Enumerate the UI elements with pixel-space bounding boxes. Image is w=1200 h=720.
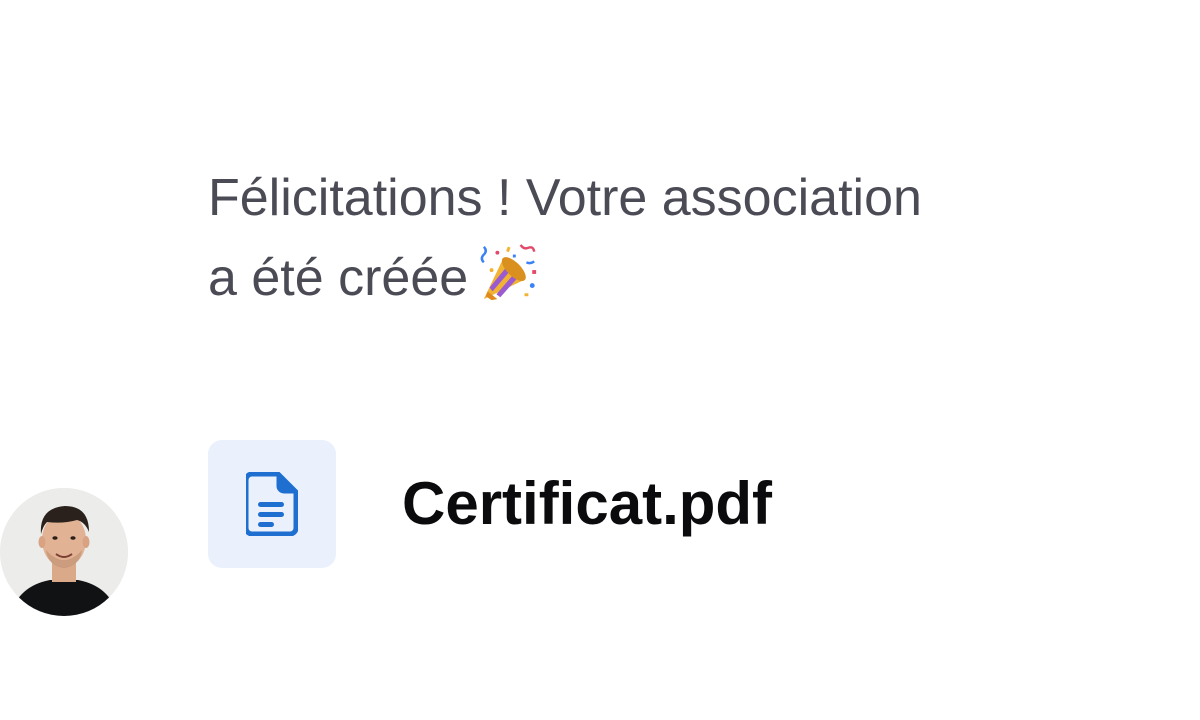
message-line-2-wrap: a été créée — [208, 238, 1008, 318]
file-attachment-tile[interactable] — [208, 440, 336, 568]
chat-message-view: Félicitations ! Votre association a été … — [0, 0, 1200, 720]
document-icon — [246, 472, 298, 536]
congratulations-message: Félicitations ! Votre association a été … — [208, 158, 1008, 318]
message-line-2: a été créée — [208, 249, 469, 307]
party-popper-icon — [480, 244, 537, 301]
file-name-link[interactable]: Certificat.pdf — [402, 468, 772, 540]
message-line-1: Félicitations ! Votre association — [208, 169, 922, 227]
avatar-photo — [0, 488, 128, 616]
avatar[interactable] — [0, 488, 128, 616]
